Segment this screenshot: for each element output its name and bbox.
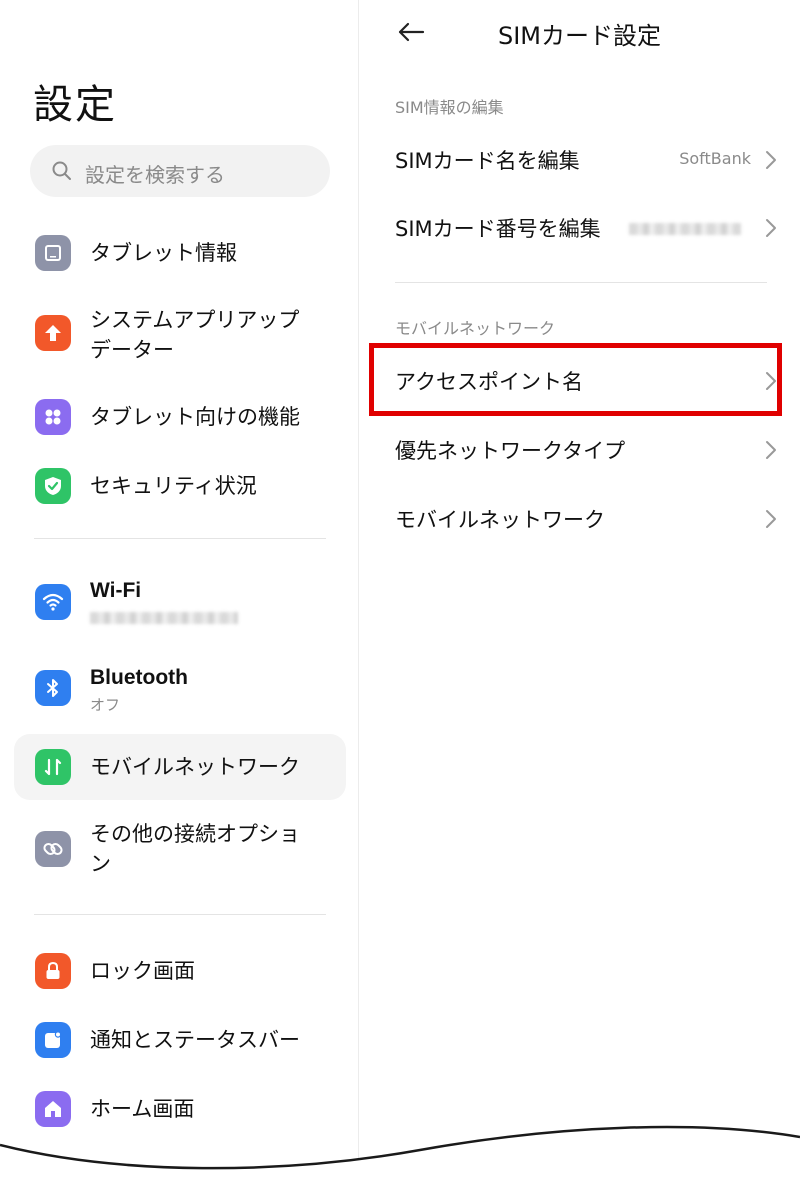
divider (395, 282, 767, 283)
sidebar-item-label: Bluetooth (90, 666, 188, 689)
row-preferred-network-type[interactable]: 優先ネットワークタイプ (375, 417, 785, 483)
chevron-right-icon (766, 510, 776, 528)
torn-edge-decoration (0, 1125, 800, 1200)
chevron-right-icon (766, 151, 776, 169)
sim-settings-pane: SIMカード設定 SIM情報の編集 SIMカード名を編集 SoftBank SI… (359, 0, 800, 1200)
search-icon (52, 161, 71, 180)
row-label: 優先ネットワークタイプ (395, 439, 626, 463)
highlight-box (369, 343, 782, 416)
tablet-icon (35, 235, 71, 271)
section-header-sim-info: SIM情報の編集 (395, 98, 504, 117)
row-edit-sim-number[interactable]: SIMカード番号を編集 (375, 195, 785, 261)
settings-list-pane: 設定 設定を検索する タブレット情報 システムアプリアップデーター タブレット向… (0, 0, 358, 1200)
sidebar-item-label: モバイルネットワーク (90, 755, 300, 779)
back-arrow-icon (398, 22, 425, 42)
sidebar-item-security-status[interactable]: セキュリティ状況 (14, 455, 346, 517)
notification-icon (35, 1022, 71, 1058)
sidebar-item-label: セキュリティ状況 (90, 474, 257, 498)
link-icon (35, 831, 71, 867)
page-title: 設定 (33, 82, 117, 128)
row-label: SIMカード番号を編集 (395, 217, 601, 241)
grid-icon (35, 399, 71, 435)
sidebar-item-other-connections[interactable]: その他の接続オプション (14, 814, 346, 886)
shield-check-icon (35, 468, 71, 504)
row-label: SIMカード名を編集 (395, 149, 580, 173)
sidebar-item-bluetooth[interactable]: Bluetooth オフ (14, 656, 346, 722)
sidebar-item-system-app-updater[interactable]: システムアプリアップデーター (14, 300, 346, 372)
sidebar-item-label: システムアプリアップデーター (90, 308, 300, 362)
chevron-right-icon (766, 219, 776, 237)
sidebar-item-mobile-network[interactable]: モバイルネットワーク (14, 734, 346, 800)
sidebar-item-lock-screen[interactable]: ロック画面 (14, 940, 346, 1002)
back-button[interactable] (395, 16, 427, 48)
chevron-right-icon (766, 441, 776, 459)
bluetooth-icon (35, 670, 71, 706)
search-input[interactable]: 設定を検索する (85, 159, 225, 188)
section-header-mobile-network: モバイルネットワーク (395, 319, 556, 338)
sidebar-item-label: ロック画面 (90, 959, 195, 983)
sidebar-item-tablet-info[interactable]: タブレット情報 (14, 222, 346, 284)
sidebar-item-label: タブレット情報 (90, 241, 237, 265)
sidebar-item-notifications[interactable]: 通知とステータスバー (14, 1009, 346, 1071)
wifi-icon (35, 584, 71, 620)
sidebar-item-label: 通知とステータスバー (90, 1028, 300, 1052)
wifi-network-name-redacted (90, 612, 238, 624)
arrow-up-icon (35, 315, 71, 351)
sidebar-item-label: その他の接続オプション (90, 822, 300, 876)
sidebar-item-tablet-features[interactable]: タブレット向けの機能 (14, 386, 346, 448)
row-label: モバイルネットワーク (395, 508, 605, 532)
sidebar-item-wifi[interactable]: Wi-Fi (14, 570, 346, 636)
divider (34, 914, 326, 915)
bluetooth-status: オフ (90, 696, 121, 714)
sim-name-value: SoftBank (679, 149, 751, 168)
mobile-data-icon (35, 749, 71, 785)
sidebar-item-label: タブレット向けの機能 (90, 405, 300, 429)
row-edit-sim-name[interactable]: SIMカード名を編集 SoftBank (375, 127, 785, 193)
search-bar[interactable]: 設定を検索する (30, 145, 330, 197)
row-mobile-network[interactable]: モバイルネットワーク (375, 486, 785, 552)
lock-icon (35, 953, 71, 989)
sidebar-item-label: Wi-Fi (90, 579, 142, 602)
divider (34, 538, 326, 539)
sim-number-redacted (629, 223, 741, 235)
